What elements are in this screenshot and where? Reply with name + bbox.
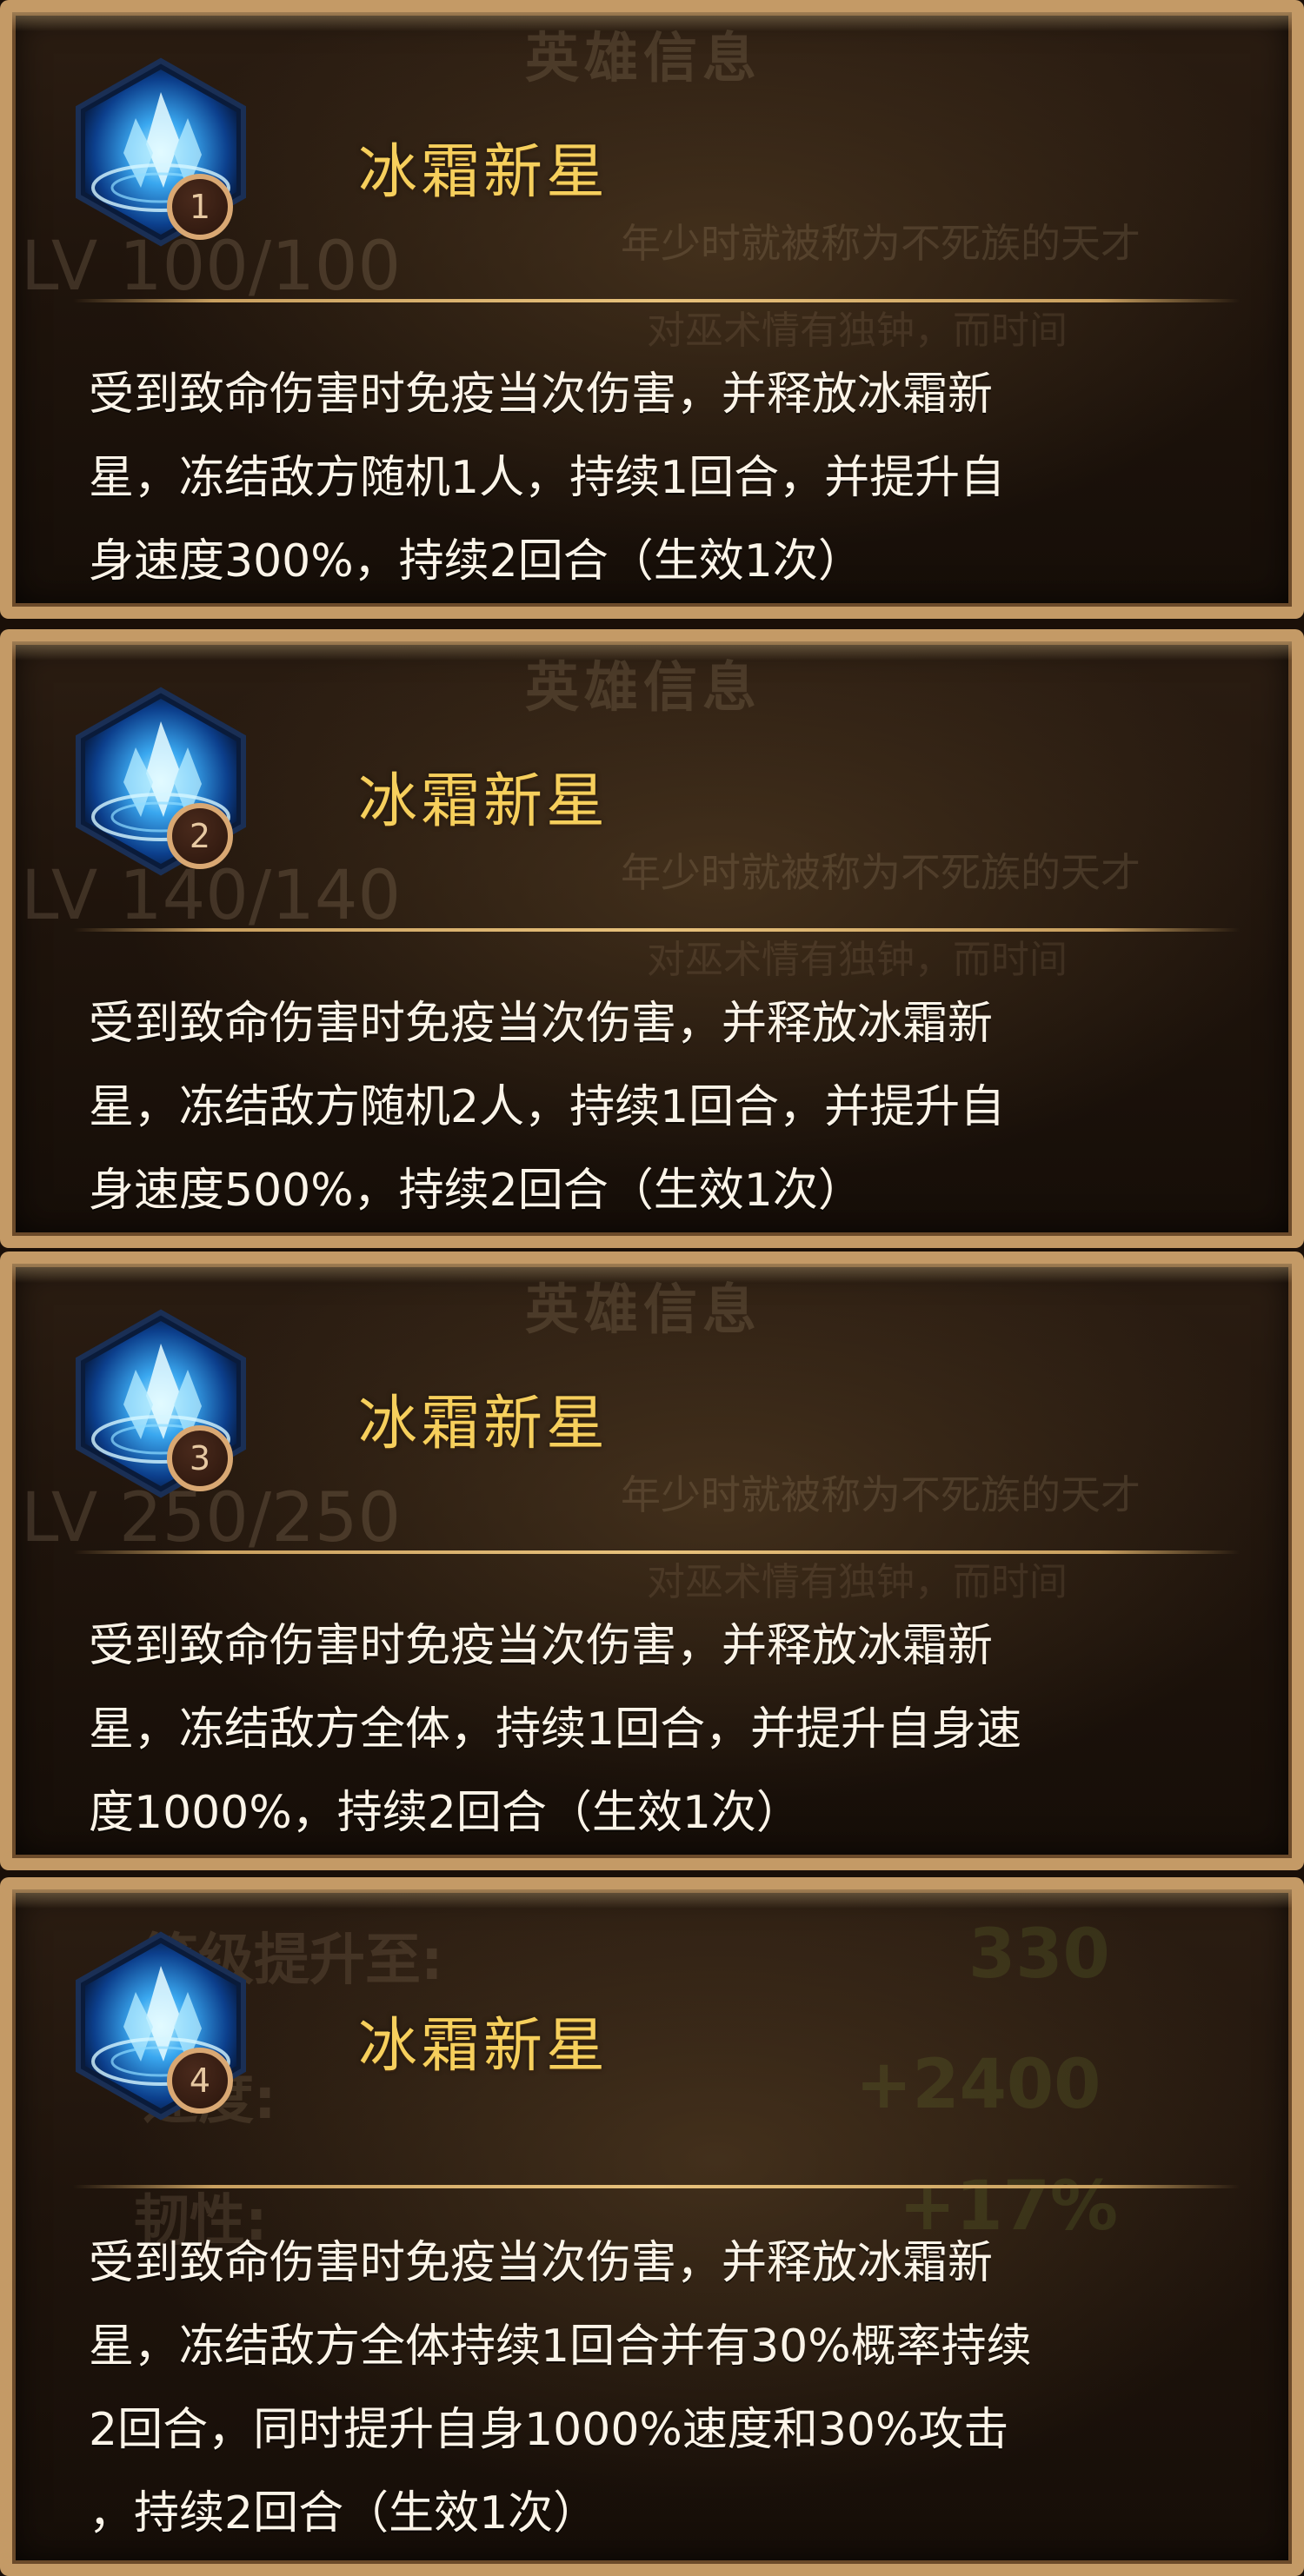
skill-card-rank-1: 英雄信息 LV 100/100 年少时就被称为不死族的天才 对巫术情有独钟，而时…	[0, 0, 1304, 619]
skill-description: 受到致命伤害时免疫当次伤害，并释放冰霜新 星，冻结敌方随机2人，持续1回合，并提…	[89, 982, 1254, 1232]
description-line: 受到致命伤害时免疫当次伤害，并释放冰霜新	[89, 1620, 994, 1672]
skill-name: 冰霜新星	[358, 1390, 609, 1458]
title-divider	[73, 1550, 1240, 1554]
description-line: 受到致命伤害时免疫当次伤害，并释放冰霜新	[89, 368, 994, 421]
background-lore-line-1: 年少时就被称为不死族的天才	[621, 1471, 1141, 1518]
rank-badge: 4	[167, 2048, 233, 2114]
background-lore-line-1: 年少时就被称为不死族的天才	[621, 849, 1141, 896]
rank-badge: 1	[167, 174, 233, 240]
skill-card-rank-3: 英雄信息 LV 250/250 年少时就被称为不死族的天才 对巫术情有独钟，而时…	[0, 1251, 1304, 1870]
title-divider	[73, 299, 1240, 302]
description-line: 度1000%，持续2回合（生效1次）	[89, 1787, 802, 1839]
description-line: 2回合，同时提升自身1000%速度和30%攻击	[89, 2404, 1009, 2456]
background-lore-line-2: 对巫术情有独钟，而时间	[647, 938, 1068, 982]
background-lore-line-1: 年少时就被称为不死族的天才	[621, 220, 1141, 267]
background-hero-info-title: 英雄信息	[525, 26, 762, 90]
skill-card-rank-2: 英雄信息 LV 140/140 年少时就被称为不死族的天才 对巫术情有独钟，而时…	[0, 629, 1304, 1248]
background-stat-value: 330	[968, 1915, 1110, 1994]
skill-upgrade-list: 英雄信息 LV 100/100 年少时就被称为不死族的天才 对巫术情有独钟，而时…	[0, 0, 1304, 2576]
skill-name: 冰霜新星	[358, 767, 609, 836]
background-hero-info-title: 英雄信息	[525, 655, 762, 719]
description-line: 星，冻结敌方随机2人，持续1回合，并提升自	[89, 1081, 1006, 1133]
background-stat-value: +2400	[855, 2046, 1101, 2124]
rank-badge: 3	[167, 1425, 233, 1491]
description-line: 身速度300%，持续2回合（生效1次）	[89, 535, 863, 588]
title-divider	[73, 928, 1240, 932]
skill-description: 受到致命伤害时免疫当次伤害，并释放冰霜新 星，冻结敌方全体持续1回合并有30%概…	[89, 2221, 1254, 2555]
title-divider	[73, 2185, 1240, 2188]
skill-card-rank-4: 等级提升至: 速度: 韧性: 330 +2400 +17% 4 冰霜新星	[0, 1877, 1304, 2576]
description-line: 星，冻结敌方全体，持续1回合，并提升自身速	[89, 1703, 1022, 1756]
description-line: 受到致命伤害时免疫当次伤害，并释放冰霜新	[89, 998, 994, 1050]
description-line: 受到致命伤害时免疫当次伤害，并释放冰霜新	[89, 2237, 994, 2289]
skill-name: 冰霜新星	[358, 2012, 609, 2081]
skill-name: 冰霜新星	[358, 138, 609, 207]
description-line: 身速度500%，持续2回合（生效1次）	[89, 1165, 863, 1217]
skill-description: 受到致命伤害时免疫当次伤害，并释放冰霜新 星，冻结敌方全体，持续1回合，并提升自…	[89, 1604, 1254, 1855]
rank-badge: 2	[167, 803, 233, 869]
background-lore-line-2: 对巫术情有独钟，而时间	[647, 1560, 1068, 1604]
description-line: 星，冻结敌方随机1人，持续1回合，并提升自	[89, 452, 1006, 504]
description-line: 星，冻结敌方全体持续1回合并有30%概率持续	[89, 2320, 1032, 2373]
background-lore-line-2: 对巫术情有独钟，而时间	[647, 309, 1068, 353]
background-hero-info-title: 英雄信息	[525, 1278, 762, 1341]
description-line: ，持续2回合（生效1次）	[89, 2487, 599, 2539]
skill-description: 受到致命伤害时免疫当次伤害，并释放冰霜新 星，冻结敌方随机1人，持续1回合，并提…	[89, 353, 1254, 603]
